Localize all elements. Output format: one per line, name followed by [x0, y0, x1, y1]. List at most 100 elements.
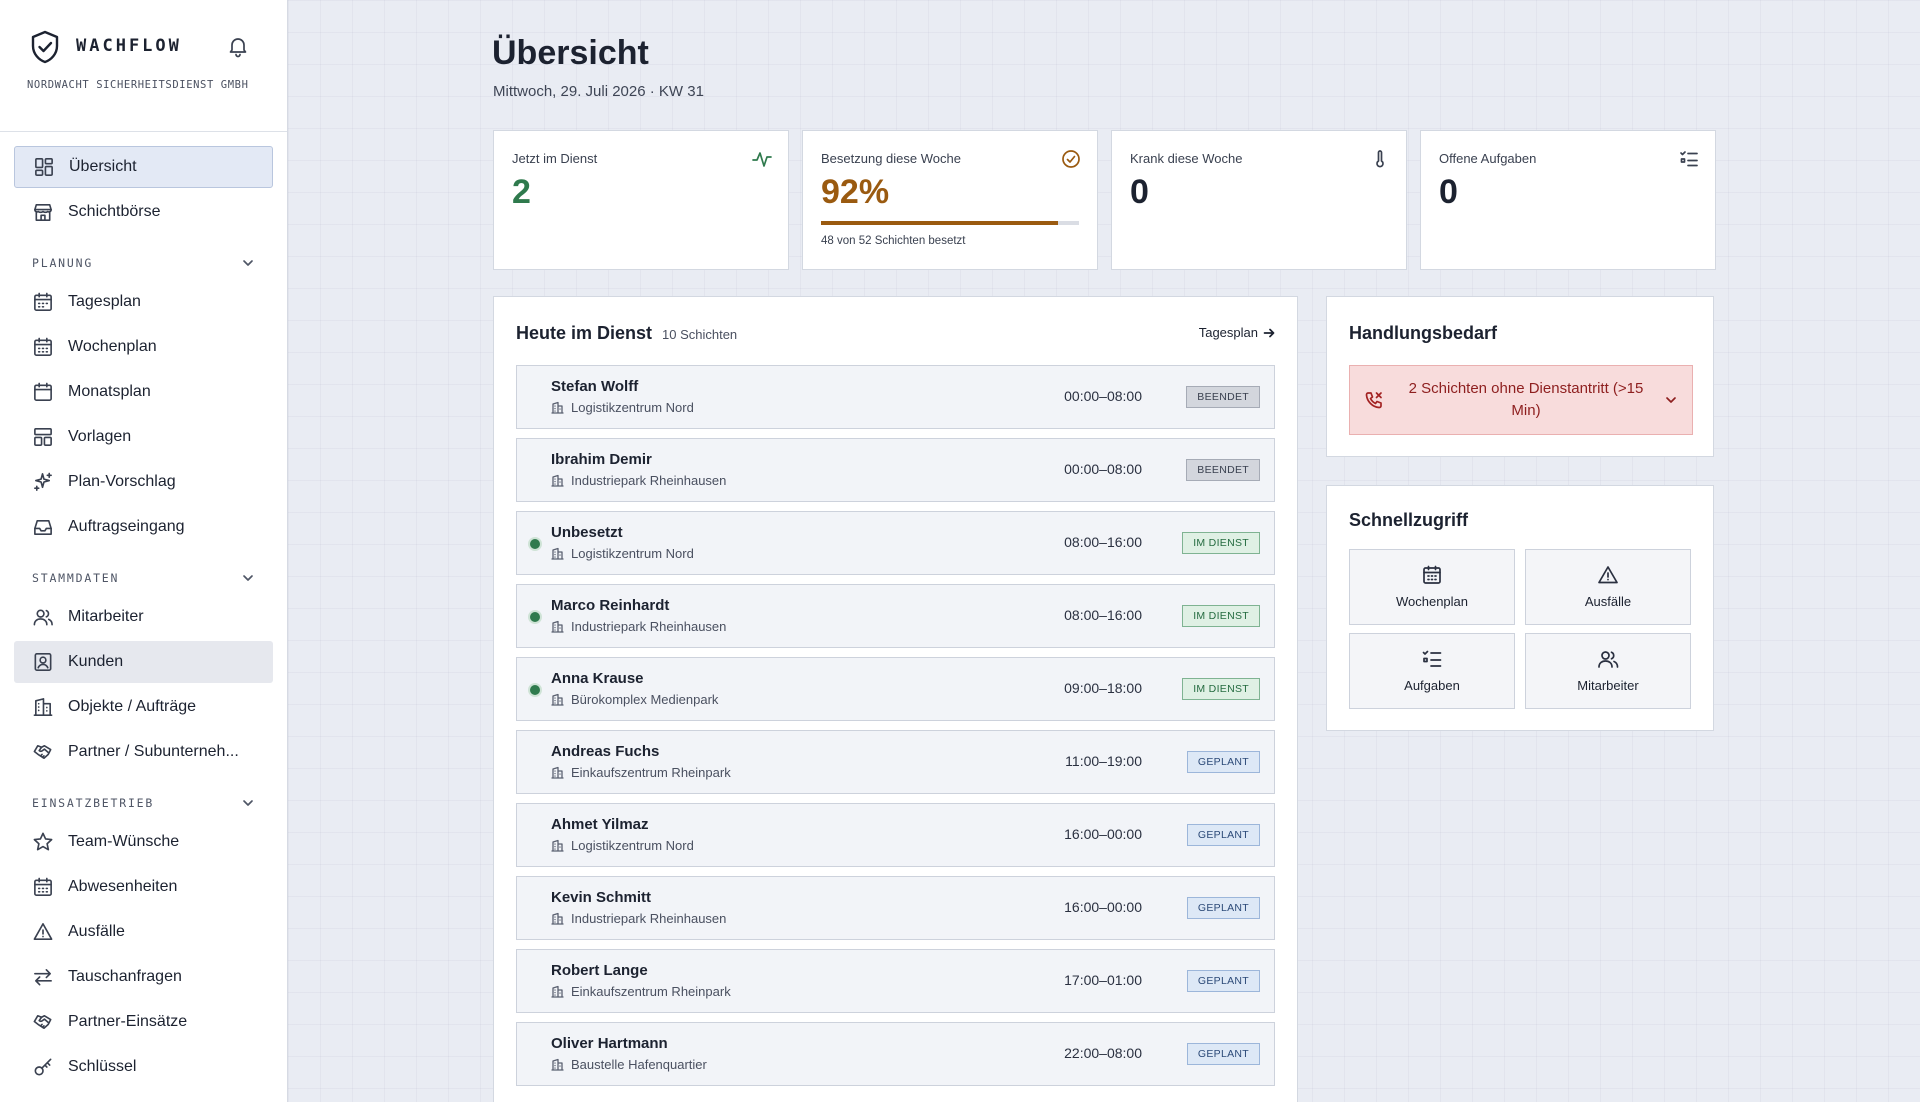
sidebar-item-label: Abwesenheiten	[68, 878, 178, 895]
sidebar-section-stammdaten[interactable]: STAMMDATEN	[14, 551, 273, 596]
stat-card-open-tasks: Offene Aufgaben 0	[1420, 130, 1716, 270]
inbox-icon	[32, 516, 54, 538]
status-badge: BEENDET	[1186, 459, 1260, 481]
shift-location-label: Logistikzentrum Nord	[571, 838, 694, 853]
day-plan-link-label: Tagesplan	[1198, 325, 1258, 340]
shift-row[interactable]: Ahmet Yilmaz Logistikzentrum Nord 16:00–00…	[516, 803, 1275, 867]
shift-row[interactable]: Robert Lange Einkaufszentrum Rheinpark 17:…	[516, 949, 1275, 1013]
shift-row[interactable]: Marco Reinhardt Industriepark Rheinhausen…	[516, 584, 1275, 648]
shift-employee-name: Marco Reinhardt	[551, 597, 670, 614]
sidebar-item-uebersicht[interactable]: Übersicht	[14, 146, 273, 188]
arrow-right-icon	[1263, 327, 1275, 339]
sidebar-item-partner-subunterneh[interactable]: Partner / Subunterneh...	[14, 731, 273, 773]
warning-icon	[32, 921, 54, 943]
shift-row[interactable]: Stefan Wolff Logistikzentrum Nord 00:00–08…	[516, 365, 1275, 429]
missed-shift-alert[interactable]: 2 Schichten ohne Dienstantritt (>15 Min)	[1349, 365, 1693, 435]
shift-row[interactable]: Unbesetzt Logistikzentrum Nord 08:00–16:00…	[516, 511, 1275, 575]
quick-tile-employees[interactable]: Mitarbeiter	[1525, 633, 1691, 709]
building-icon	[551, 839, 564, 852]
stat-value: 0	[1439, 173, 1458, 211]
shield-check-icon	[30, 30, 60, 64]
sidebar-section-planung[interactable]: PLANUNG	[14, 236, 273, 281]
swap-icon	[32, 966, 54, 988]
contact-icon	[32, 651, 54, 673]
shift-list: Stefan Wolff Logistikzentrum Nord 00:00–08…	[516, 365, 1275, 1095]
sidebar-item-label: Tauschanfragen	[68, 968, 182, 985]
occupancy-progress-fill	[821, 221, 1059, 225]
sidebar-section-einsatzbetrieb[interactable]: EINSATZBETRIEB	[14, 776, 273, 821]
sidebar-item-label: Kunden	[68, 653, 124, 670]
sidebar-item-partner-einsaetze[interactable]: Partner-Einsätze	[14, 1001, 273, 1043]
sidebar-section-title: STAMMDATEN	[32, 570, 120, 585]
stat-value: 92%	[821, 173, 890, 211]
sidebar-item-wochenplan[interactable]: Wochenplan	[14, 326, 273, 368]
sidebar-item-vorlagen[interactable]: Vorlagen	[14, 416, 273, 458]
template-icon	[32, 426, 54, 448]
day-plan-link[interactable]: Tagesplan	[1199, 325, 1275, 340]
sidebar-item-schluessel[interactable]: Schlüssel	[14, 1046, 273, 1088]
stat-value: 2	[512, 173, 531, 211]
shift-location-label: Bürokomplex Medienpark	[571, 692, 719, 707]
sidebar-item-plan-vorschlag[interactable]: Plan-Vorschlag	[14, 461, 273, 503]
panel-title: Schnellzugriff	[1349, 510, 1469, 530]
phone-missed-icon	[1364, 390, 1384, 410]
shift-location: Industriepark Rheinhausen	[551, 473, 726, 488]
shift-location: Einkaufszentrum Rheinpark	[551, 765, 731, 780]
quick-tile-label: Ausfälle	[1584, 594, 1632, 609]
stat-value: 0	[1130, 173, 1149, 211]
sidebar-item-tauschanfragen[interactable]: Tauschanfragen	[14, 956, 273, 998]
quick-tile-tasks[interactable]: Aufgaben	[1349, 633, 1515, 709]
calendar-week-icon	[32, 336, 54, 358]
shift-location: Logistikzentrum Nord	[551, 546, 694, 561]
building-icon	[551, 474, 564, 487]
sidebar-item-monatsplan[interactable]: Monatsplan	[14, 371, 273, 413]
shift-employee-name: Kevin Schmitt	[551, 889, 652, 906]
action-required-panel: Handlungsbedarf 2 Schichten ohne Diensta…	[1326, 296, 1714, 457]
company-name: NORDWACHT SICHERHEITSDIENST GMBH	[27, 79, 249, 91]
shift-row[interactable]: Ibrahim Demir Industriepark Rheinhausen 00…	[516, 438, 1275, 502]
sidebar-item-label: Schlüssel	[68, 1058, 137, 1075]
sidebar-item-tagesplan[interactable]: Tagesplan	[14, 281, 273, 323]
quick-tile-outages[interactable]: Ausfälle	[1525, 549, 1691, 625]
sidebar-item-label: Tagesplan	[68, 293, 141, 310]
shift-time: 16:00–00:00	[1064, 899, 1142, 915]
chevron-down-icon	[241, 571, 255, 585]
sidebar-item-team-wuensche[interactable]: Team-Wünsche	[14, 821, 273, 863]
shift-row[interactable]: Oliver Hartmann Baustelle Hafenquartier 22…	[516, 1022, 1275, 1086]
sidebar-item-kunden[interactable]: Kunden	[14, 641, 273, 683]
sidebar-item-schichtboerse[interactable]: Schichtbörse	[14, 191, 273, 233]
building-icon	[551, 766, 564, 779]
sidebar-item-label: Ausfälle	[68, 923, 125, 940]
shift-row[interactable]: Andreas Fuchs Einkaufszentrum Rheinpark 11…	[516, 730, 1275, 794]
building-icon	[551, 401, 564, 414]
shift-count: 10 Schichten	[662, 327, 738, 342]
sidebar-item-objekte-auftraege[interactable]: Objekte / Aufträge	[14, 686, 273, 728]
sidebar-item-abwesenheiten[interactable]: Abwesenheiten	[14, 866, 273, 908]
chevron-down-icon	[1664, 393, 1678, 407]
building-icon	[32, 696, 54, 718]
building-icon	[551, 693, 564, 706]
shift-employee-name: Unbesetzt	[551, 524, 623, 541]
calendar-week-icon	[1421, 564, 1443, 586]
quick-tile-label: Wochenplan	[1395, 594, 1469, 609]
shift-row[interactable]: Kevin Schmitt Industriepark Rheinhausen 16…	[516, 876, 1275, 940]
quick-tile-weekly-plan[interactable]: Wochenplan	[1349, 549, 1515, 625]
sidebar-item-auftragseingang[interactable]: Auftragseingang	[14, 506, 273, 548]
shift-time: 08:00–16:00	[1064, 534, 1142, 550]
shift-row[interactable]: Anna Krause Bürokomplex Medienpark 09:00–1…	[516, 657, 1275, 721]
sidebar-item-ausfaelle[interactable]: Ausfälle	[14, 911, 273, 953]
shift-employee-name: Ibrahim Demir	[551, 451, 652, 468]
sidebar-item-label: Auftragseingang	[68, 518, 185, 535]
shift-employee-name: Anna Krause	[551, 670, 644, 687]
thermometer-icon	[1370, 149, 1390, 169]
shift-location: Einkaufszentrum Rheinpark	[551, 984, 731, 999]
sidebar-item-mitarbeiter[interactable]: Mitarbeiter	[14, 596, 273, 638]
shift-location-label: Industriepark Rheinhausen	[571, 619, 727, 634]
bell-icon[interactable]	[226, 34, 250, 58]
shift-employee-name: Ahmet Yilmaz	[551, 816, 649, 833]
shift-time: 17:00–01:00	[1064, 972, 1142, 988]
building-icon	[551, 620, 564, 633]
stat-label: Krank diese Woche	[1130, 151, 1243, 166]
sidebar-section-title: PLANUNG	[32, 255, 94, 270]
activity-icon	[752, 149, 772, 169]
